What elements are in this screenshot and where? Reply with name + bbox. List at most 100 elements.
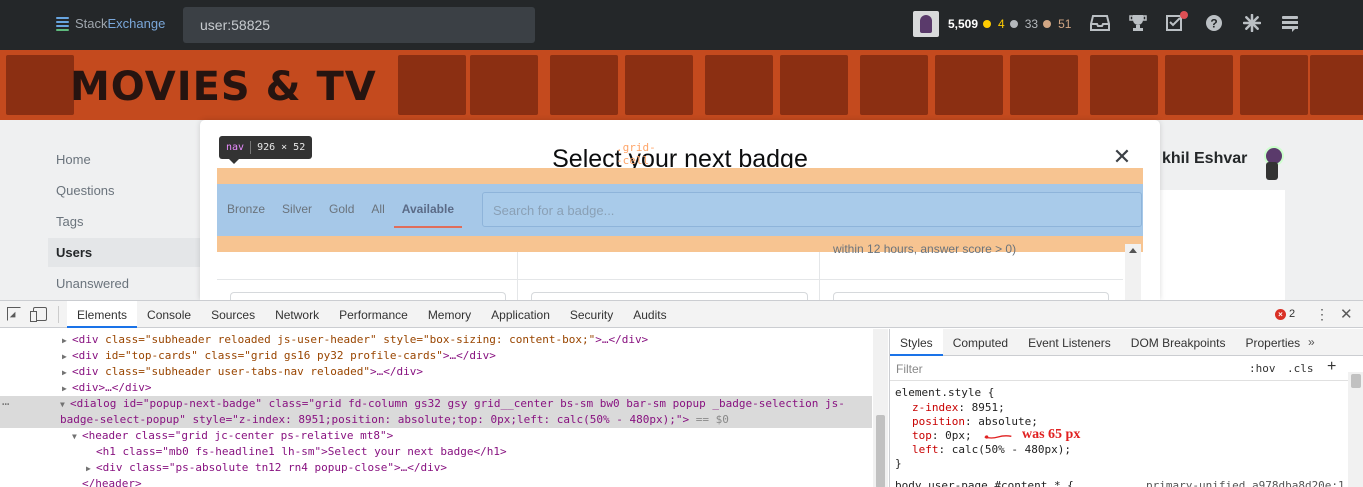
banner-tile [1165,55,1233,115]
sidebar-item-users[interactable]: Users [48,238,200,267]
device-toolbar-icon[interactable] [30,307,47,322]
sidebar-item-home[interactable]: Home [56,152,91,167]
avatar[interactable] [913,11,939,37]
badge-card[interactable] [230,292,506,300]
expand-arrow-icon[interactable]: ▶ [86,461,96,477]
banner-tile [780,55,848,115]
sidebar-item-unanswered[interactable]: Unanswered [56,276,129,291]
collapse-arrow-icon[interactable]: ▼ [60,397,70,413]
selected-node-line-2: badge-select-popup" style="z-index: 8951… [60,413,690,426]
badge-grid [217,252,1123,300]
expand-arrow-icon[interactable]: ▶ [62,381,72,397]
badge-card[interactable] [833,292,1109,300]
stackexchange-logo[interactable]: Stack Exchange [56,16,165,31]
styles-filter-input[interactable]: Filter [896,362,923,376]
tooltip-dimensions: 926 × 52 [257,142,306,153]
more-options-icon[interactable]: ⋮ [1315,306,1329,323]
tab-memory[interactable]: Memory [418,301,481,328]
help-icon[interactable]: ? [1204,14,1224,34]
site-banner: MOVIES & TV [0,50,1363,120]
dom-node-line[interactable]: <h1 class="mb0 fs-headline1 lh-sm">Selec… [96,444,507,460]
styles-sidebar: Styles Computed Event Listeners DOM Brea… [889,329,1363,487]
tab-bronze[interactable]: Bronze [227,202,265,216]
dom-node-line[interactable]: ▼ <header class="grid jc-center ps-relati… [72,428,393,444]
new-rule-icon[interactable]: + [1327,358,1336,376]
inspect-element-icon[interactable] [7,307,21,321]
banner-tile [1010,55,1078,115]
selected-dom-node[interactable]: ⋯ ▼ <dialog id="popup-next-badge" class="… [0,396,872,428]
elements-scrollbar[interactable] [873,329,888,487]
hover-state-toggle[interactable]: :hov [1249,362,1276,375]
tooltip-separator [250,141,252,154]
tab-available[interactable]: Available [393,202,463,228]
inbox-icon[interactable] [1090,14,1110,34]
left-sidebar: Home Questions Tags Users Unanswered [0,120,200,300]
tab-styles[interactable]: Styles [890,329,943,356]
tab-performance[interactable]: Performance [329,301,418,328]
dom-node-line[interactable]: </header> [82,476,142,487]
site-switcher-icon[interactable] [1242,13,1262,34]
node-options-icon[interactable]: ⋯ [2,396,9,412]
next-rule-source-link[interactable]: primary-unified…a978dba8d20e:1 [1146,479,1345,487]
dom-node-line[interactable]: ▶ <div>…</div> [62,380,151,396]
expand-arrow-icon[interactable]: ▶ [62,365,72,381]
badge-search-input[interactable]: Search for a badge... [482,192,1142,227]
tab-network[interactable]: Network [265,301,329,328]
sidebar-item-tags[interactable]: Tags [56,214,83,229]
style-property[interactable]: top: 0px; [912,429,972,443]
top-bar: Stack Exchange user:58825 5,509 4 33 51 ? [0,0,1363,50]
achievements-icon[interactable] [1128,14,1148,34]
tab-console[interactable]: Console [137,301,201,328]
tab-event-listeners[interactable]: Event Listeners [1018,329,1121,356]
badge-card[interactable] [531,292,808,300]
expand-arrow-icon[interactable]: ▶ [62,349,72,365]
sidebar-item-questions[interactable]: Questions [56,183,115,198]
styles-filter-row: Filter :hov .cls + [890,357,1363,381]
tab-all[interactable]: All [371,202,384,216]
scroll-up-arrow-icon[interactable] [1129,248,1137,253]
tab-dom-breakpoints[interactable]: DOM Breakpoints [1121,329,1236,356]
dom-node-line[interactable]: ▶ <div class="subheader user-tabs-nav rel… [62,364,423,380]
tab-computed[interactable]: Computed [943,329,1018,356]
devtools-tabs: Elements Console Sources Network Perform… [67,301,677,328]
tab-audits[interactable]: Audits [623,301,676,328]
banner-tile [1310,55,1363,115]
expand-arrow-icon[interactable]: ▶ [62,333,72,349]
dom-node-line[interactable]: ▶ <div class="subheader reloaded js-user-… [62,332,648,348]
tab-sources[interactable]: Sources [201,301,265,328]
tab-elements[interactable]: Elements [67,301,138,328]
style-property[interactable]: z-index: 8951; [912,401,1005,415]
more-tabs-icon[interactable]: » [1308,335,1315,349]
close-devtools-icon[interactable]: ✕ [1340,305,1353,323]
review-icon[interactable] [1166,11,1188,34]
style-property[interactable]: position: absolute; [912,415,1038,429]
site-logo-text[interactable]: MOVIES & TV [70,64,377,110]
style-property[interactable]: left: calc(50% - 480px); [912,443,1071,457]
profile-name: khil Eshvar [1162,150,1248,167]
error-counter[interactable]: × 2 [1275,308,1295,320]
stack-exchange-menu-icon[interactable] [1280,14,1300,34]
dom-node-line[interactable]: ▶ <div class="ps-absolute tn12 rn4 popup-… [86,460,447,476]
top-search-input[interactable]: user:58825 [183,7,535,43]
dom-node-line[interactable]: ▶ <div id="top-cards" class="grid gs16 py… [62,348,496,364]
tab-application[interactable]: Application [481,301,560,328]
tab-properties[interactable]: Properties [1235,329,1310,356]
review-indicator-dot [1180,11,1188,19]
tab-silver[interactable]: Silver [282,202,312,216]
styles-scrollbar[interactable] [1348,372,1363,487]
element-style-close: } [895,457,902,470]
collapse-arrow-icon[interactable]: ▼ [72,429,82,445]
silver-badge-icon [1009,20,1018,28]
grid-divider [819,252,820,300]
selected-node-suffix: == $0 [689,413,729,426]
selected-node-line-1: <dialog id="popup-next-badge" class="gri… [70,397,845,410]
reputation-count: 5,509 [948,17,979,31]
class-toggle[interactable]: .cls [1287,362,1314,375]
user-rep-area[interactable]: 5,509 4 33 51 [913,11,1071,37]
elements-tree: ▶ <div class="subheader reloaded js-user-… [0,329,888,487]
tab-gold[interactable]: Gold [329,202,354,216]
tab-security[interactable]: Security [560,301,623,328]
banner-tile [550,55,618,115]
tooltip-class: .grid--cell [616,141,656,167]
close-icon[interactable]: ✕ [1112,146,1132,168]
